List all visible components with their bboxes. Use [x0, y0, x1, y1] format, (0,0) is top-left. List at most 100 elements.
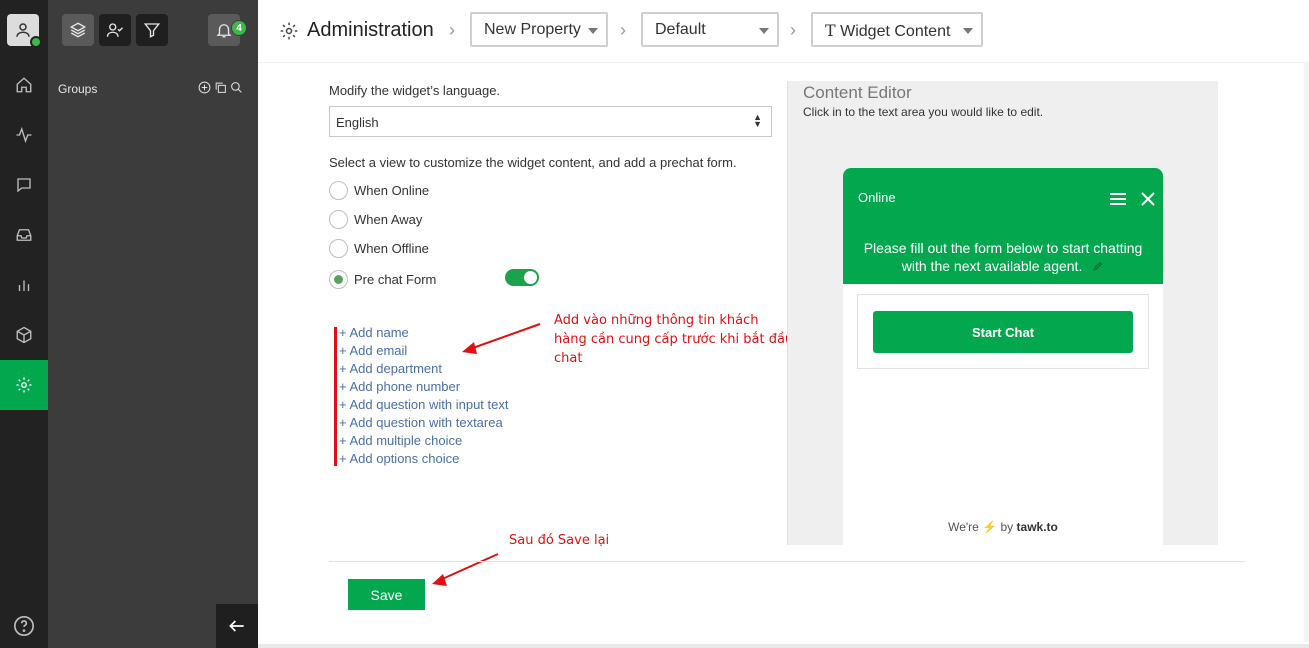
groups-panel [48, 0, 258, 648]
widget-select[interactable]: Default [641, 12, 779, 47]
search-icon[interactable] [230, 81, 243, 94]
radio-button[interactable] [329, 181, 348, 200]
widget-footer: We're ⚡ by tawk.to [843, 520, 1163, 534]
section-select-value: Widget Content [840, 23, 951, 40]
filter-icon [143, 23, 161, 38]
widget-message[interactable]: Please fill out the form below to start … [853, 239, 1153, 276]
section-select[interactable]: T Widget Content [811, 12, 983, 47]
nav-administration[interactable] [0, 360, 48, 410]
scrollbar[interactable] [1304, 62, 1309, 642]
lightning-icon: ⚡ [982, 520, 998, 534]
view-option-online[interactable]: When Online [329, 181, 429, 200]
save-annotation: Sau đó Save lại [509, 533, 610, 548]
annotation-bracket [334, 327, 337, 466]
add-textarea-question-link[interactable]: + Add question with textarea [339, 414, 508, 432]
home-icon [16, 77, 32, 93]
nav-help[interactable] [0, 601, 48, 648]
view-option-away[interactable]: When Away [329, 210, 422, 229]
groups-tools [198, 81, 243, 94]
content-editor-title: Content Editor [803, 83, 912, 102]
gear-icon [280, 22, 298, 40]
nav-reporting[interactable] [0, 260, 48, 310]
start-chat-button[interactable]: Start Chat [873, 311, 1133, 353]
annotation-line: chat [554, 351, 583, 366]
property-select-value: New Property [484, 21, 581, 38]
gear-icon [16, 377, 32, 393]
widget-header: Online Please fill out the form below to… [843, 168, 1163, 284]
language-select-value: English [336, 115, 379, 130]
header-divider [258, 62, 1309, 63]
view-option-label: When Offline [354, 241, 429, 256]
layers-button[interactable] [62, 14, 94, 46]
nav-home[interactable] [0, 60, 48, 110]
copy-icon[interactable] [214, 81, 227, 94]
radio-button[interactable] [329, 210, 348, 229]
collapse-panel-button[interactable] [216, 604, 258, 648]
view-option-label: When Away [354, 212, 423, 227]
activity-icon [16, 126, 32, 144]
widget-form-card: Start Chat [857, 294, 1149, 369]
nav-monitoring[interactable] [0, 110, 48, 160]
add-circle-icon[interactable] [198, 81, 211, 94]
menu-icon[interactable] [1110, 192, 1126, 211]
bar-chart-icon [18, 280, 30, 291]
pencil-icon [1092, 258, 1104, 276]
layers-icon [69, 22, 87, 38]
groups-label: Groups [58, 82, 98, 96]
page-title: Administration [307, 19, 434, 41]
radio-button[interactable] [329, 239, 348, 258]
annotation-line: hàng cần cung cấp trước khi bắt đầu [554, 332, 794, 347]
language-select[interactable]: English ▲ ▼ [329, 106, 772, 137]
add-department-link[interactable]: + Add department [339, 360, 508, 378]
agents-button[interactable] [99, 14, 131, 46]
property-select[interactable]: New Property [470, 12, 608, 47]
view-option-prechat[interactable]: Pre chat Form [329, 270, 436, 289]
sort-arrows-icon: ▲ ▼ [753, 112, 762, 129]
breadcrumb-chevron-icon: › [449, 20, 455, 40]
close-icon[interactable] [1141, 192, 1155, 211]
text-format-icon: T [825, 21, 836, 40]
nav-inbox[interactable] [0, 210, 48, 260]
widget-status[interactable]: Online [858, 190, 896, 205]
add-multiple-choice-link[interactable]: + Add multiple choice [339, 432, 508, 450]
chevron-down-icon [963, 28, 973, 34]
save-button[interactable]: Save [348, 579, 425, 610]
footer-by: by [1000, 520, 1014, 534]
chat-widget-preview: Online Please fill out the form below to… [843, 168, 1163, 545]
arrow-left-icon [229, 620, 244, 632]
view-option-label: When Online [354, 183, 430, 198]
notification-count-badge: 4 [231, 20, 247, 36]
add-field-links: + Add name + Add email + Add department … [339, 324, 508, 468]
add-email-link[interactable]: + Add email [339, 342, 508, 360]
chevron-down-icon [759, 28, 769, 34]
add-name-link[interactable]: + Add name [339, 324, 508, 342]
user-icon [16, 23, 30, 37]
language-label: Modify the widget’s language. [329, 83, 501, 98]
add-phone-link[interactable]: + Add phone number [339, 378, 508, 396]
chat-icon [17, 178, 31, 193]
annotation-line: Add vào những thông tin khách [554, 313, 759, 328]
admin-gear [279, 21, 299, 46]
fields-annotation: Add vào những thông tin khách hàng cần c… [554, 311, 793, 368]
filter-button[interactable] [136, 14, 168, 46]
breadcrumb-chevron-icon: › [790, 20, 796, 40]
radio-button-checked[interactable] [329, 270, 348, 289]
chevron-down-icon [588, 28, 598, 34]
widget-select-value: Default [655, 21, 706, 38]
breadcrumb-chevron-icon: › [620, 20, 626, 40]
user-check-icon [106, 23, 123, 37]
footer-prefix: We're [948, 520, 979, 534]
view-option-offline[interactable]: When Offline [329, 239, 429, 258]
add-options-choice-link[interactable]: + Add options choice [339, 450, 508, 468]
view-label: Select a view to customize the widget co… [329, 155, 737, 170]
form-divider [329, 561, 1245, 562]
online-status-dot [30, 36, 42, 48]
nav-messaging[interactable] [0, 160, 48, 210]
nav-addons[interactable] [0, 310, 48, 360]
content-editor-subtitle: Click in to the text area you would like… [803, 105, 1044, 119]
inbox-icon [16, 229, 32, 241]
box-icon [16, 326, 32, 344]
horizontal-scrollbar[interactable] [258, 644, 1309, 648]
prechat-toggle[interactable] [505, 269, 539, 286]
add-input-question-link[interactable]: + Add question with input text [339, 396, 508, 414]
